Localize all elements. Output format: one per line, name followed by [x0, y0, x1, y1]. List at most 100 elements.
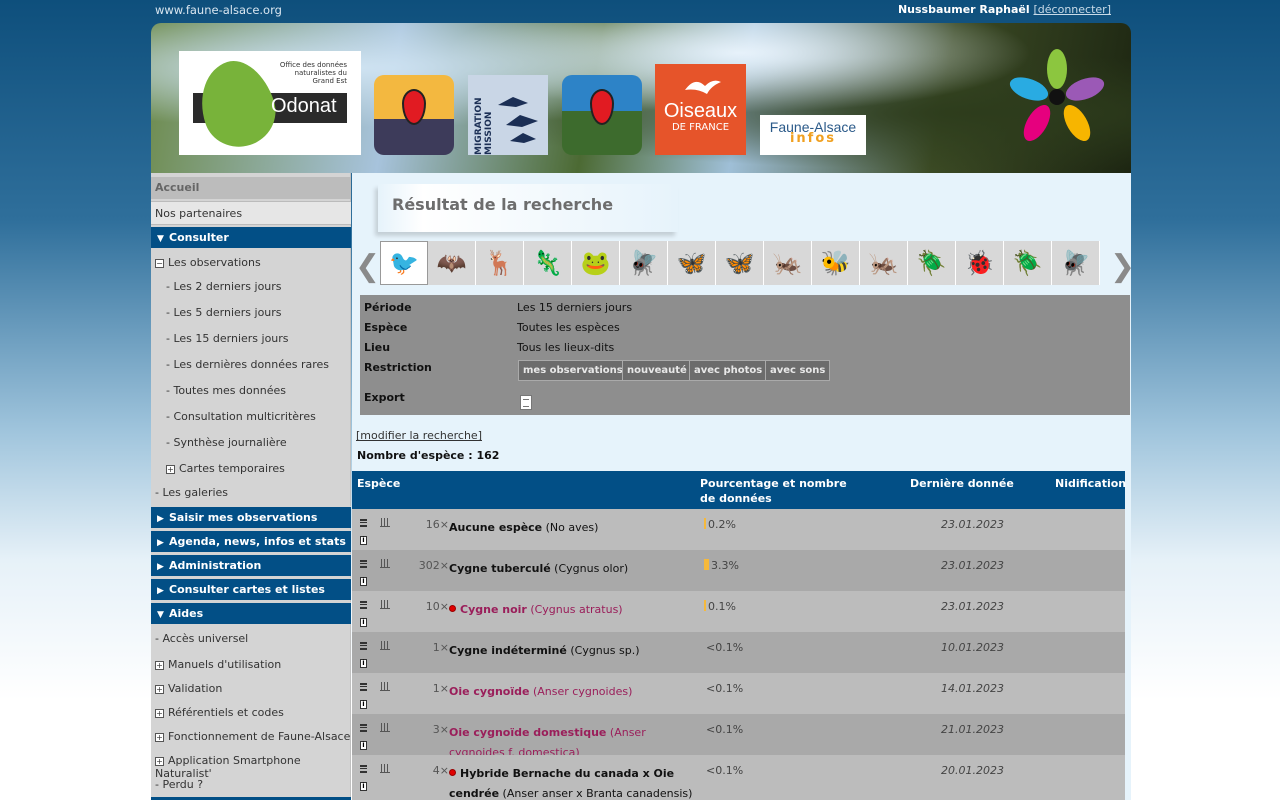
- triangle-right-icon: ▶: [157, 562, 164, 572]
- moth-icon[interactable]: 🦋: [716, 241, 764, 285]
- sidebar-item-15-jours[interactable]: - Les 15 derniers jours: [151, 332, 351, 345]
- info-icon[interactable]: i: [360, 782, 367, 791]
- taxa-next-arrow[interactable]: ❯: [1110, 249, 1135, 284]
- mes-observations-button[interactable]: mes observations: [518, 360, 628, 381]
- sidebar-item-5-jours[interactable]: - Les 5 derniers jours: [151, 306, 351, 319]
- naturalist-app-logo[interactable]: [374, 75, 454, 155]
- chart-icon[interactable]: [380, 559, 390, 568]
- info-icon[interactable]: i: [360, 577, 367, 586]
- mantis-icon[interactable]: 🦗: [860, 241, 908, 285]
- col-derniere-donnee[interactable]: Dernière donnée: [910, 476, 1014, 491]
- sidebar-item-label: Cartes temporaires: [179, 462, 285, 475]
- info-icon[interactable]: i: [360, 741, 367, 750]
- sidebar-item-observations[interactable]: − Les observations: [151, 256, 351, 269]
- export-document-icon[interactable]: [520, 395, 532, 410]
- species-common-name: Cygne noir: [460, 603, 527, 616]
- taxa-prev-arrow[interactable]: ❮: [355, 249, 380, 284]
- sidebar-item-synthese[interactable]: - Synthèse journalière: [151, 436, 351, 449]
- species-name[interactable]: Oie cygnoïde (Anser cygnoides): [449, 682, 699, 702]
- species-name[interactable]: Cygne noir (Cygnus atratus): [449, 600, 699, 620]
- list-icon[interactable]: [360, 560, 367, 568]
- fly-icon[interactable]: 🪰: [1052, 241, 1100, 285]
- sidebar-section-saisir[interactable]: ▶ Saisir mes observations: [151, 506, 351, 528]
- sidebar-item-multicriteres[interactable]: - Consultation multicritères: [151, 410, 351, 423]
- modify-search-link[interactable]: [modifier la recherche]: [356, 429, 482, 442]
- sidebar-item-galeries[interactable]: - Les galeries: [151, 486, 351, 499]
- table-row[interactable]: i 16× Aucune espèce (No aves) 0.2% 23.01.202…: [352, 509, 1125, 550]
- bird-icon[interactable]: 🐦: [380, 241, 428, 285]
- sidebar-section-agenda[interactable]: ▶ Agenda, news, infos et stats: [151, 530, 351, 552]
- bee-icon[interactable]: 🐝: [812, 241, 860, 285]
- faune-app-logo[interactable]: [562, 75, 642, 155]
- butterfly-icon[interactable]: 🦋: [668, 241, 716, 285]
- species-name[interactable]: Aucune espèce (No aves): [449, 518, 699, 538]
- table-row[interactable]: i 302× Cygne tuberculé (Cygnus olor) 3.3% 23…: [352, 550, 1125, 591]
- table-row[interactable]: i 1× Cygne indéterminé (Cygnus sp.) <0.1% 10…: [352, 632, 1125, 673]
- col-espece[interactable]: Espèce: [357, 476, 400, 491]
- list-icon[interactable]: [360, 601, 367, 609]
- table-row[interactable]: i 4× Hybride Bernache du canada x Oie cend…: [352, 755, 1125, 800]
- info-icon[interactable]: i: [360, 618, 367, 627]
- col-pourcentage[interactable]: Pourcentage et nombre de données: [700, 476, 865, 506]
- observation-count: 302×: [418, 559, 449, 572]
- list-icon[interactable]: [360, 683, 367, 691]
- header-banner: Odonat Office des données naturalistes d…: [151, 23, 1131, 173]
- col-nidification[interactable]: Nidification: [1055, 476, 1126, 491]
- site-url[interactable]: www.faune-alsace.org: [155, 3, 282, 17]
- sidebar-item-referentiels[interactable]: + Référentiels et codes: [151, 706, 351, 719]
- sidebar-item-application[interactable]: + Application Smartphone Naturalist': [151, 754, 351, 780]
- list-icon[interactable]: [360, 519, 367, 527]
- species-name[interactable]: Hybride Bernache du canada x Oie cendrée…: [449, 764, 699, 800]
- list-icon[interactable]: [360, 765, 367, 773]
- logout-link[interactable]: [déconnecter]: [1034, 3, 1111, 16]
- nouveaute-button[interactable]: nouveauté: [622, 360, 692, 381]
- chart-icon[interactable]: [380, 764, 390, 773]
- deer-icon[interactable]: 🦌: [476, 241, 524, 285]
- migration-mission-logo[interactable]: MIGRATION MISSION: [468, 75, 548, 155]
- sidebar-item-donnees-rares[interactable]: - Les dernières données rares: [151, 358, 351, 371]
- sidebar-item-cartes-temporaires[interactable]: + Cartes temporaires: [151, 462, 351, 475]
- list-icon[interactable]: [360, 724, 367, 732]
- faune-flower-logo[interactable]: [1007, 47, 1107, 147]
- sidebar-item-accueil[interactable]: Accueil: [151, 177, 351, 199]
- chart-icon[interactable]: [380, 600, 390, 609]
- grasshopper-icon[interactable]: 🦗: [764, 241, 812, 285]
- table-row[interactable]: i 1× Oie cygnoïde (Anser cygnoides) <0.1% 14…: [352, 673, 1125, 714]
- dragonfly-icon[interactable]: 🪰: [620, 241, 668, 285]
- species-name[interactable]: Cygne tuberculé (Cygnus olor): [449, 559, 699, 579]
- beetle-icon[interactable]: 🪲: [1004, 241, 1052, 285]
- table-row[interactable]: i 10× Cygne noir (Cygnus atratus) 0.1% 23.01…: [352, 591, 1125, 632]
- sidebar-item-partenaires[interactable]: Nos partenaires: [151, 201, 351, 225]
- chart-icon[interactable]: [380, 723, 390, 732]
- last-observation-date: 10.01.2023: [941, 641, 1004, 654]
- info-icon[interactable]: i: [360, 700, 367, 709]
- ladybird-icon[interactable]: 🐞: [956, 241, 1004, 285]
- info-icon[interactable]: i: [360, 659, 367, 668]
- sidebar-item-manuels[interactable]: + Manuels d'utilisation: [151, 658, 351, 671]
- faune-alsace-infos-logo[interactable]: Faune-Alsace infos: [760, 115, 866, 155]
- avec-photos-button[interactable]: avec photos: [689, 360, 768, 381]
- cicada-icon[interactable]: 🪲: [908, 241, 956, 285]
- species-name[interactable]: Cygne indéterminé (Cygnus sp.): [449, 641, 699, 661]
- bat-icon[interactable]: 🦇: [428, 241, 476, 285]
- sidebar-item-2-jours[interactable]: - Les 2 derniers jours: [151, 280, 351, 293]
- sidebar-section-aides[interactable]: ▼ Aides: [151, 602, 351, 624]
- chart-icon[interactable]: [380, 518, 390, 527]
- chart-icon[interactable]: [380, 682, 390, 691]
- lizard-icon[interactable]: 🦎: [524, 241, 572, 285]
- sidebar-section-cartes-listes[interactable]: ▶ Consulter cartes et listes: [151, 578, 351, 600]
- sidebar-item-mes-donnees[interactable]: - Toutes mes données: [151, 384, 351, 397]
- list-icon[interactable]: [360, 642, 367, 650]
- oiseaux-de-france-logo[interactable]: Oiseaux DE FRANCE: [655, 64, 746, 155]
- avec-sons-button[interactable]: avec sons: [765, 360, 831, 381]
- odonat-logo[interactable]: Odonat Office des données naturalistes d…: [179, 51, 361, 157]
- chart-icon[interactable]: [380, 641, 390, 650]
- sidebar-item-acces-universel[interactable]: - Accès universel: [151, 632, 351, 645]
- sidebar-item-fonctionnement[interactable]: + Fonctionnement de Faune-Alsace: [151, 730, 351, 743]
- sidebar-item-perdu[interactable]: - Perdu ?: [151, 778, 351, 791]
- sidebar-section-administration[interactable]: ▶ Administration: [151, 554, 351, 576]
- info-icon[interactable]: i: [360, 536, 367, 545]
- sidebar-item-validation[interactable]: + Validation: [151, 682, 351, 695]
- frog-icon[interactable]: 🐸: [572, 241, 620, 285]
- sidebar-section-consulter[interactable]: ▼ Consulter: [151, 226, 351, 248]
